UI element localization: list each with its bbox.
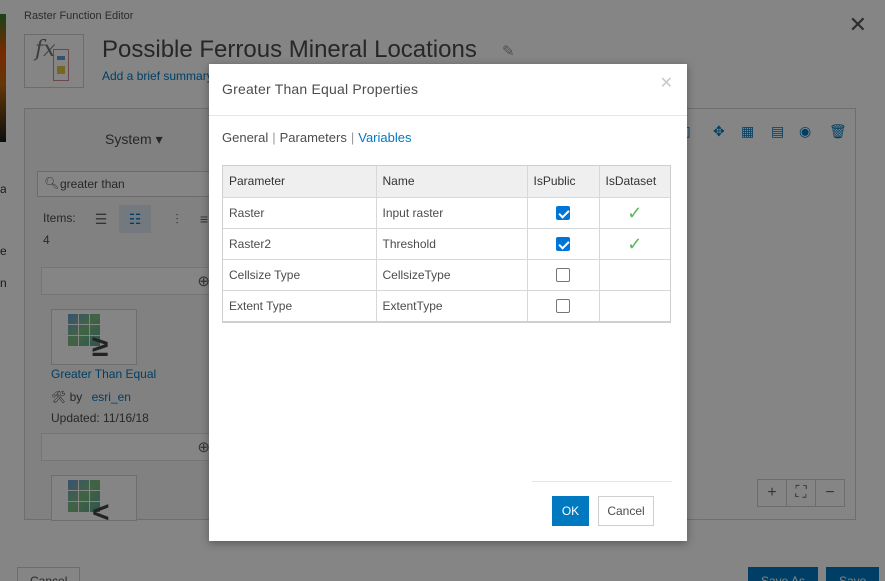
cancel-button[interactable]: Cancel	[598, 496, 654, 526]
tab-separator: |	[350, 130, 355, 145]
parameter-cell: Raster2	[223, 228, 377, 260]
is-public-checkbox[interactable]	[556, 205, 570, 220]
is-public-cell	[527, 259, 600, 291]
column-header: IsPublic	[527, 166, 600, 198]
checkmark-icon: ✓	[627, 233, 643, 254]
column-header: IsDataset	[599, 166, 670, 198]
table-row: Raster2 Threshold ✓	[223, 228, 670, 260]
table-header-row: Parameter Name IsPublic IsDataset	[223, 166, 670, 198]
is-public-cell	[527, 228, 600, 260]
parameter-cell: Cellsize Type	[223, 259, 377, 291]
footer-divider	[532, 481, 672, 482]
is-public-checkbox[interactable]	[556, 267, 570, 282]
tab-general[interactable]: General	[222, 130, 268, 145]
is-dataset-cell	[599, 290, 670, 321]
is-dataset-cell: ✓	[599, 197, 670, 229]
dialog-tabs: General | Parameters | Variables	[222, 130, 411, 145]
divider	[209, 115, 687, 116]
is-dataset-cell	[599, 259, 670, 291]
parameter-cell: Raster	[223, 197, 377, 229]
table-row: Cellsize Type CellsizeType	[223, 259, 670, 291]
is-dataset-cell: ✓	[599, 228, 670, 260]
variables-table: Parameter Name IsPublic IsDataset Raster…	[222, 165, 671, 323]
is-public-checkbox[interactable]	[556, 299, 570, 314]
dialog-title: Greater Than Equal Properties	[222, 81, 419, 97]
column-header: Parameter	[223, 166, 377, 198]
name-cell: ExtentType	[376, 290, 528, 321]
column-header: Name	[376, 166, 528, 198]
parameter-cell: Extent Type	[223, 290, 377, 321]
name-cell: Threshold	[376, 228, 528, 260]
tab-parameters[interactable]: Parameters	[280, 130, 347, 145]
table-row: Raster Input raster ✓	[223, 197, 670, 229]
is-public-cell	[527, 290, 600, 321]
checkmark-icon: ✓	[627, 202, 643, 223]
ok-button[interactable]: OK	[552, 496, 589, 526]
properties-dialog: Greater Than Equal Properties ✕ General |…	[209, 64, 687, 541]
close-icon[interactable]: ✕	[660, 76, 673, 92]
is-public-checkbox[interactable]	[556, 236, 570, 251]
name-cell: Input raster	[376, 197, 528, 229]
tab-separator: |	[272, 130, 276, 145]
name-cell: CellsizeType	[376, 259, 528, 291]
tab-variables[interactable]: Variables	[358, 130, 411, 145]
is-public-cell	[527, 197, 600, 229]
table-row: Extent Type ExtentType	[223, 290, 670, 321]
